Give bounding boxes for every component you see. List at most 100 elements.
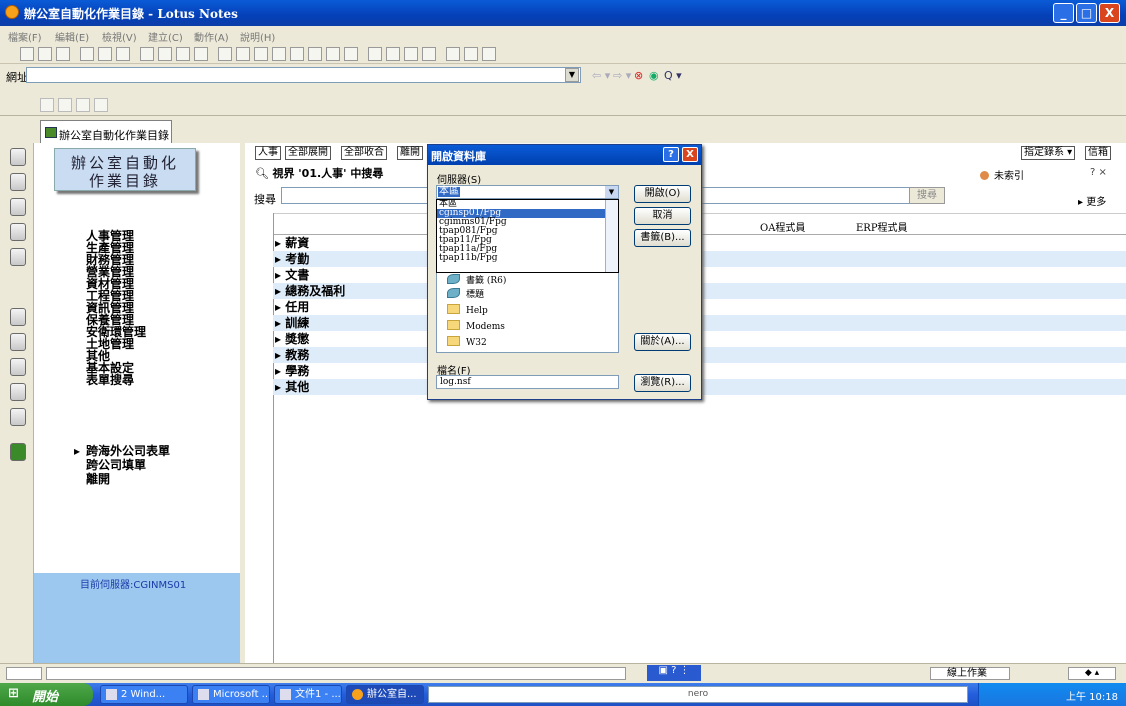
copy-icon[interactable] xyxy=(158,47,172,61)
databases-bookmark-icon[interactable] xyxy=(10,333,26,351)
back-icon[interactable]: ⇦ ▾ xyxy=(592,69,610,82)
people-icon[interactable] xyxy=(58,98,72,112)
nav-first-icon[interactable] xyxy=(218,47,232,61)
task-lotus-notes[interactable]: 辦公室自... xyxy=(346,685,424,704)
collapse-icon[interactable] xyxy=(386,47,400,61)
browse-button[interactable]: 瀏覽(R)... xyxy=(634,374,691,392)
briefcase-icon[interactable] xyxy=(10,443,26,461)
print-icon[interactable] xyxy=(56,47,70,61)
column-oa-programmer[interactable]: OA程式員 xyxy=(760,219,805,234)
find-icon[interactable] xyxy=(446,47,460,61)
list-icon[interactable] xyxy=(94,98,108,112)
server-select[interactable]: 本區 ▼ xyxy=(436,185,619,199)
db-item-title[interactable]: 標題 xyxy=(447,288,484,301)
calendar-icon[interactable] xyxy=(76,98,90,112)
replicator-bookmark-icon[interactable] xyxy=(10,248,26,266)
mail-icon[interactable] xyxy=(98,47,112,61)
action-mailbox[interactable]: 信箱 xyxy=(1085,146,1111,160)
mail-bookmark-icon[interactable] xyxy=(10,148,26,166)
address-input[interactable] xyxy=(26,67,581,83)
nav-next-icon[interactable] xyxy=(272,47,286,61)
menu-create[interactable]: 建立(C) xyxy=(148,29,183,44)
action-expand-all[interactable]: 全部展開 xyxy=(285,146,331,160)
cut-icon[interactable] xyxy=(140,47,154,61)
bookmark-button[interactable]: 書籤(B)... xyxy=(634,229,691,247)
action-collapse-all[interactable]: 全部收合 xyxy=(341,146,387,160)
task-microsoft[interactable]: Microsoft ... xyxy=(192,685,270,704)
address-dropdown-icon[interactable]: ▼ xyxy=(565,68,579,82)
dialog-close-button[interactable]: X xyxy=(682,147,698,162)
nav-up-icon[interactable] xyxy=(236,47,250,61)
server-dropdown-list[interactable]: 本區 cginsp01/Fpg cgimms01/Fpg tpap081/Fpg… xyxy=(436,199,619,273)
more-bookmarks-icon[interactable] xyxy=(10,383,26,401)
minimize-button[interactable]: _ xyxy=(1053,3,1074,23)
db-item-w32[interactable]: W32 xyxy=(447,336,487,349)
column-erp-programmer[interactable]: ERP程式員 xyxy=(856,219,908,234)
status-indicator[interactable] xyxy=(6,667,42,680)
open-icon[interactable] xyxy=(20,47,34,61)
save-icon[interactable] xyxy=(38,47,52,61)
menu-view[interactable]: 檢視(V) xyxy=(102,29,137,44)
todo-bookmark-icon[interactable] xyxy=(10,223,26,241)
search-bar-help-close[interactable]: ? × xyxy=(1090,167,1107,178)
stop-icon[interactable]: ⊗ xyxy=(634,69,643,82)
more-options-link[interactable]: ▸ 更多 xyxy=(1078,193,1106,208)
action-exit[interactable]: 離開 xyxy=(397,146,423,160)
nav-item-exit[interactable]: 離開 xyxy=(86,473,110,485)
chevron-down-icon[interactable]: ▼ xyxy=(605,186,618,198)
dialog-help-button[interactable]: ? xyxy=(663,147,679,162)
address-book-bookmark-icon[interactable] xyxy=(10,198,26,216)
forward-icon[interactable]: ⇨ ▾ xyxy=(613,69,631,82)
db-item-modems[interactable]: Modems xyxy=(447,320,505,333)
nav-unread-icon[interactable] xyxy=(290,47,304,61)
action-hr[interactable]: 人事 xyxy=(255,146,281,160)
reload-icon[interactable]: ◉ xyxy=(649,69,659,82)
menu-action[interactable]: 動作(A) xyxy=(194,29,229,44)
view-icon[interactable] xyxy=(326,47,340,61)
web-bookmark-icon[interactable] xyxy=(10,408,26,426)
nav-prev-icon[interactable] xyxy=(254,47,268,61)
db-item-bookmarks[interactable]: 書籤 (R6) xyxy=(447,274,506,287)
start-button[interactable]: ⊞ 開始 xyxy=(0,683,93,706)
history-bookmark-icon[interactable] xyxy=(10,358,26,376)
task-document1[interactable]: 文件1 - ... xyxy=(274,685,342,704)
nav-item-overseas-forms[interactable]: 跨海外公司表單 xyxy=(86,445,170,457)
chat-icon[interactable] xyxy=(40,98,54,112)
db-item-help[interactable]: Help xyxy=(447,304,488,317)
nero-search-box[interactable]: nero xyxy=(428,686,968,703)
tab-office-automation[interactable]: 辦公室自動化作業目錄 xyxy=(40,120,172,143)
nav-unread-next-icon[interactable] xyxy=(308,47,322,61)
mail-status-icon[interactable]: ◆ ▴ xyxy=(1068,667,1116,680)
nav-item-cross-company[interactable]: 跨公司填單 xyxy=(86,459,146,471)
maximize-button[interactable]: □ xyxy=(1076,3,1097,23)
expand-icon[interactable] xyxy=(368,47,382,61)
expand-all-icon[interactable] xyxy=(404,47,418,61)
print-doc-icon[interactable] xyxy=(116,47,130,61)
refresh-icon[interactable] xyxy=(344,47,358,61)
collapse-all-icon[interactable] xyxy=(422,47,436,61)
menu-edit[interactable]: 編輯(E) xyxy=(55,29,89,44)
cancel-button[interactable]: 取消 xyxy=(634,207,691,225)
location-status[interactable]: 線上作業 xyxy=(930,667,1010,680)
status-icons[interactable]: ▣ ? ⋮ xyxy=(647,665,701,681)
menu-file[interactable]: 檔案(F) xyxy=(8,29,42,44)
filename-input[interactable]: log.nsf xyxy=(436,375,619,389)
paste-icon[interactable] xyxy=(176,47,190,61)
search-button[interactable]: 搜尋 xyxy=(909,187,945,204)
about-button[interactable]: 關於(A)... xyxy=(634,333,691,351)
server-option[interactable]: tpap11b/Fpg xyxy=(437,254,618,263)
open-button[interactable]: 開啟(O) xyxy=(634,185,691,203)
dropdown-scrollbar[interactable] xyxy=(605,200,618,272)
nav-item-form-search[interactable]: 表單搜尋 xyxy=(86,374,134,386)
paste-special-icon[interactable] xyxy=(194,47,208,61)
properties-icon[interactable] xyxy=(482,47,496,61)
task-windows-explorer[interactable]: 2 Wind... xyxy=(100,685,188,704)
close-button[interactable]: X xyxy=(1099,3,1120,23)
edit-icon[interactable] xyxy=(80,47,94,61)
action-specify[interactable]: 指定錄系 ▾ xyxy=(1021,146,1076,160)
calendar-bookmark-icon[interactable] xyxy=(10,173,26,191)
menu-help[interactable]: 說明(H) xyxy=(240,29,275,44)
search-icon[interactable] xyxy=(464,47,478,61)
search-web-icon[interactable]: Q ▾ xyxy=(664,69,682,82)
favorites-bookmark-icon[interactable] xyxy=(10,308,26,326)
